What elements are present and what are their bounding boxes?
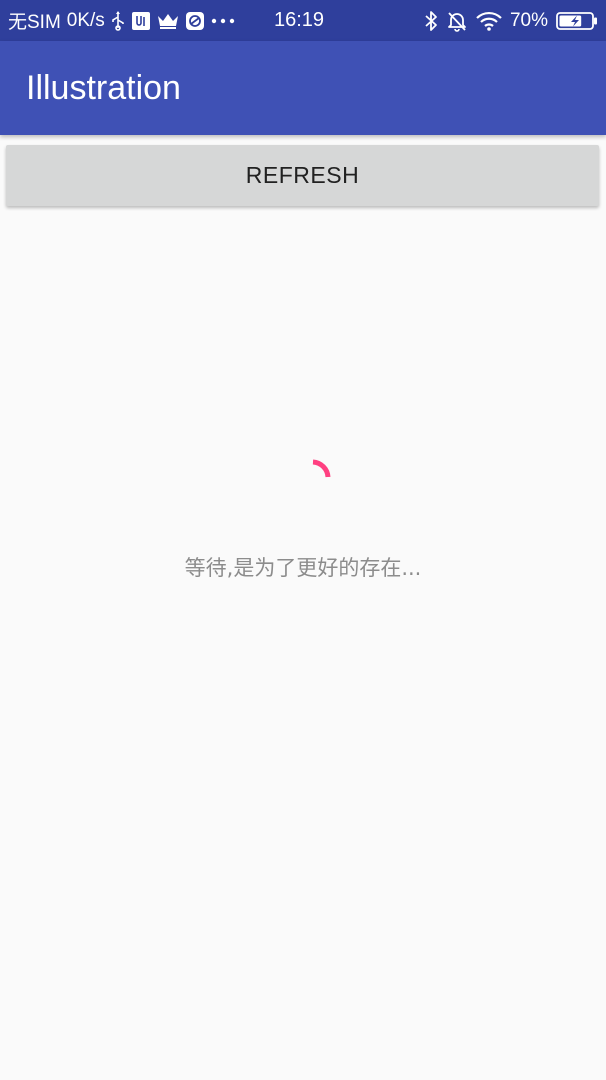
browser-icon (185, 11, 205, 31)
mute-icon (446, 10, 468, 32)
refresh-button[interactable]: REFRESH (6, 145, 599, 206)
battery-icon (556, 11, 598, 31)
wifi-icon (476, 11, 502, 31)
app-title: Illustration (26, 69, 181, 107)
loading-message: 等待,是为了更好的存在... (184, 556, 422, 580)
more-icon (211, 17, 235, 25)
status-time: 16:19 (274, 9, 325, 31)
net-speed: 0K/s (66, 9, 105, 31)
bluetooth-icon (424, 10, 438, 32)
status-bar: 无SIM 0K/s 16:19 70% (0, 0, 606, 41)
loading-spinner (297, 453, 345, 501)
status-bar-left: 无SIM 0K/s (8, 0, 235, 41)
usb-icon (111, 10, 125, 31)
battery-percent: 70% (509, 9, 548, 31)
carrier-label: 无SIM (8, 12, 61, 33)
usb-debug-icon (131, 11, 151, 31)
status-bar-right: 70% (424, 0, 598, 41)
crown-icon (157, 12, 179, 30)
app-bar: Illustration (0, 41, 606, 135)
